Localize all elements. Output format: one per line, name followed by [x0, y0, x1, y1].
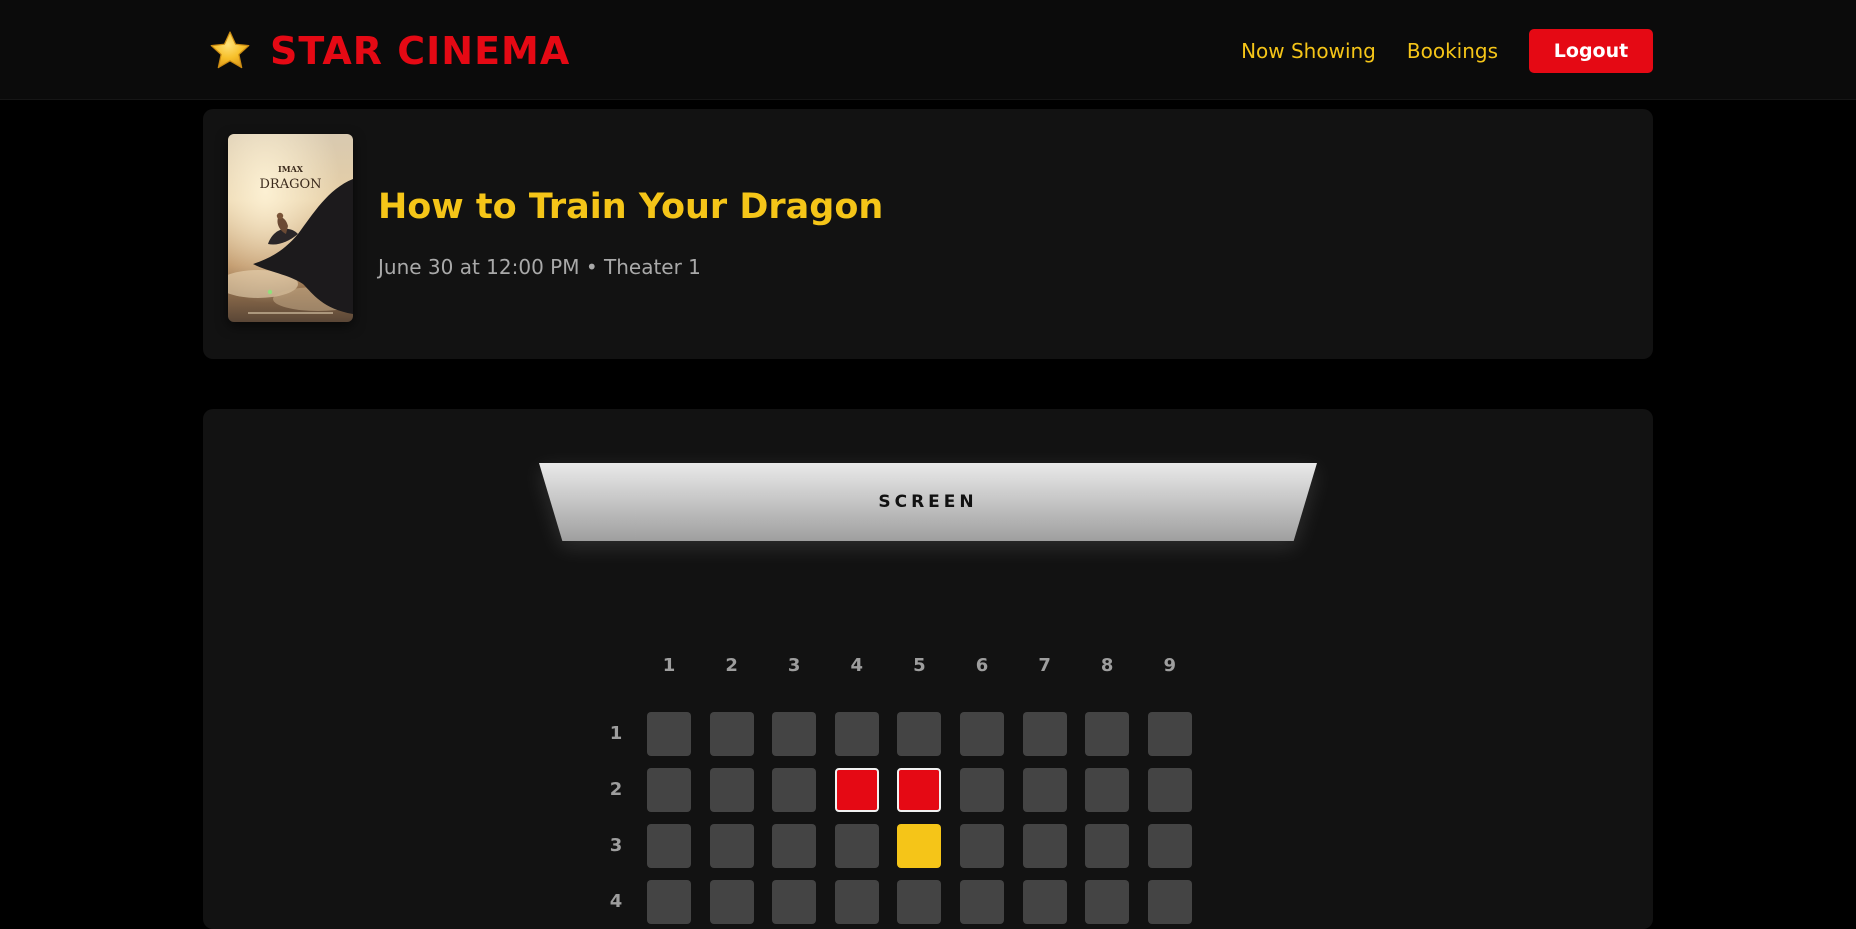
seat-available[interactable] [709, 880, 754, 924]
brand[interactable]: STAR CINEMA [208, 28, 570, 74]
seat-column-label: 4 [850, 655, 864, 676]
seat-available[interactable] [772, 712, 817, 756]
seat-available[interactable] [834, 824, 879, 868]
seat-column-label: 8 [1100, 655, 1114, 676]
brand-name: STAR CINEMA [270, 29, 571, 73]
poster-imax-text: IMAX [278, 164, 304, 174]
seat-available[interactable] [647, 712, 691, 756]
seat-available[interactable] [1022, 768, 1067, 812]
seat-selected[interactable] [897, 824, 942, 868]
seat-available[interactable] [834, 880, 879, 924]
seat-available[interactable] [647, 880, 691, 924]
star-icon [210, 31, 250, 69]
seat-available[interactable] [834, 712, 879, 756]
seat-available[interactable] [772, 768, 817, 812]
seat-available[interactable] [1085, 824, 1130, 868]
seat-column-label: 5 [913, 655, 926, 676]
seat-available[interactable] [960, 824, 1004, 868]
seat-available[interactable] [960, 880, 1004, 924]
seat-row-label: 4 [609, 891, 623, 912]
navbar: STAR CINEMA Now Showing Bookings Logout [0, 0, 1856, 100]
showtime-details: June 30 at 12:00 PM • Theater 1 [378, 255, 701, 279]
seat-taken [897, 768, 942, 812]
seat-available[interactable] [1147, 768, 1192, 812]
seat-taken [834, 768, 879, 812]
seat-column-label: 6 [975, 655, 989, 676]
seat-available[interactable] [1085, 712, 1130, 756]
seat-available[interactable] [1147, 824, 1192, 868]
seat-available[interactable] [709, 768, 754, 812]
seat-available[interactable] [709, 824, 754, 868]
seat-available[interactable] [772, 824, 817, 868]
seat-column-label: 7 [1038, 655, 1051, 676]
seat-available[interactable] [1147, 712, 1192, 756]
poster-image: IMAX DRAGON [228, 134, 353, 322]
seat-available[interactable] [647, 768, 691, 812]
seat-available[interactable] [1085, 768, 1130, 812]
seat-available[interactable] [1022, 824, 1067, 868]
nav-links: Now Showing Bookings Logout [1241, 29, 1653, 73]
seat-column-label: 2 [725, 655, 738, 676]
movie-info-card: IMAX DRAGON How to Train Your Dragon Jun… [203, 109, 1653, 359]
seat-available[interactable] [1085, 880, 1130, 924]
seat-column-label: 9 [1163, 655, 1177, 676]
seat-column-label: 3 [787, 655, 801, 676]
screen: SCREEN [539, 463, 1317, 541]
nav-link-now-showing[interactable]: Now Showing [1241, 39, 1376, 63]
seating-card: SCREEN 1 2 3 4 5 6 7 8 9 1 2 3 4 [203, 409, 1653, 929]
seat-available[interactable] [1022, 712, 1067, 756]
seat-available[interactable] [960, 768, 1004, 812]
seat-available[interactable] [1147, 880, 1192, 924]
seat-available[interactable] [960, 712, 1004, 756]
seat-row-label: 2 [609, 779, 623, 800]
seat-column-label: 1 [662, 655, 676, 676]
movie-poster: IMAX DRAGON [228, 134, 353, 322]
seat-available[interactable] [897, 712, 942, 756]
movie-title: How to Train Your Dragon [378, 187, 884, 227]
seat-available[interactable] [772, 880, 817, 924]
seat-row-label: 3 [609, 835, 623, 856]
seat-available[interactable] [647, 824, 691, 868]
seat-available[interactable] [897, 880, 942, 924]
screen-label: SCREEN [878, 492, 978, 512]
seat-available[interactable] [1022, 880, 1067, 924]
seat-row-label: 1 [609, 723, 623, 744]
poster-dragon-text: DRAGON [259, 177, 321, 192]
logout-button[interactable]: Logout [1529, 29, 1653, 73]
seat-available[interactable] [709, 712, 754, 756]
nav-link-bookings[interactable]: Bookings [1407, 39, 1498, 63]
